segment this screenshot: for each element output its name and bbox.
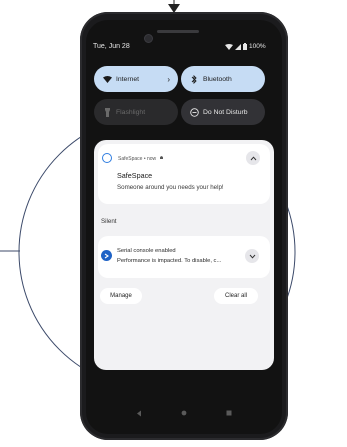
navigation-bar — [86, 404, 282, 424]
flashlight-icon — [102, 107, 112, 117]
flashlight-label: Flashlight — [116, 108, 146, 116]
do-not-disturb-tile[interactable]: Do Not Disturb — [181, 99, 265, 125]
collapse-button[interactable] — [246, 151, 260, 165]
safespace-app-icon — [102, 153, 112, 163]
chevron-down-icon — [249, 254, 255, 259]
clear-all-button[interactable]: Clear all — [214, 288, 258, 304]
status-date: Tue, Jun 28 — [93, 43, 130, 50]
battery-percent: 100% — [249, 43, 266, 50]
recents-button[interactable] — [226, 410, 232, 418]
serial-console-icon — [101, 250, 112, 261]
notification-app-time: SafeSpace • now — [118, 155, 157, 162]
manage-button[interactable]: Manage — [100, 288, 142, 304]
home-button[interactable] — [181, 410, 187, 418]
silent-section-label: Silent — [101, 218, 117, 225]
chevron-right-icon: › — [167, 74, 170, 84]
front-camera — [144, 34, 153, 43]
signal-icon — [235, 43, 241, 50]
flashlight-tile[interactable]: Flashlight — [94, 99, 178, 125]
speaker-grille — [157, 30, 199, 33]
do-not-disturb-icon — [189, 107, 199, 117]
notification-header: SafeSpace • now — [118, 155, 164, 162]
bluetooth-label: Bluetooth — [203, 75, 232, 83]
do-not-disturb-label: Do Not Disturb — [203, 108, 248, 116]
serial-notification-title: Serial console enabled — [117, 248, 176, 254]
back-button[interactable] — [136, 410, 142, 419]
bell-icon — [159, 155, 164, 162]
bluetooth-icon — [189, 74, 199, 84]
bluetooth-tile[interactable]: Bluetooth — [181, 66, 265, 92]
notification-body: Someone around you needs your help! — [117, 184, 224, 191]
chevron-up-icon — [250, 155, 256, 160]
wifi-icon — [102, 75, 112, 83]
serial-notification-body: Performance is impacted. To disable, c..… — [117, 258, 222, 264]
wifi-status-icon — [225, 43, 233, 50]
back-icon — [136, 410, 141, 416]
expand-button[interactable] — [245, 249, 259, 263]
home-icon — [181, 410, 187, 416]
notification-title: SafeSpace — [117, 171, 153, 180]
internet-label: Internet — [116, 75, 140, 83]
battery-icon — [243, 43, 247, 50]
status-icons: 100% — [225, 43, 266, 50]
internet-tile[interactable]: Internet › — [94, 66, 178, 92]
recents-icon — [226, 410, 232, 416]
